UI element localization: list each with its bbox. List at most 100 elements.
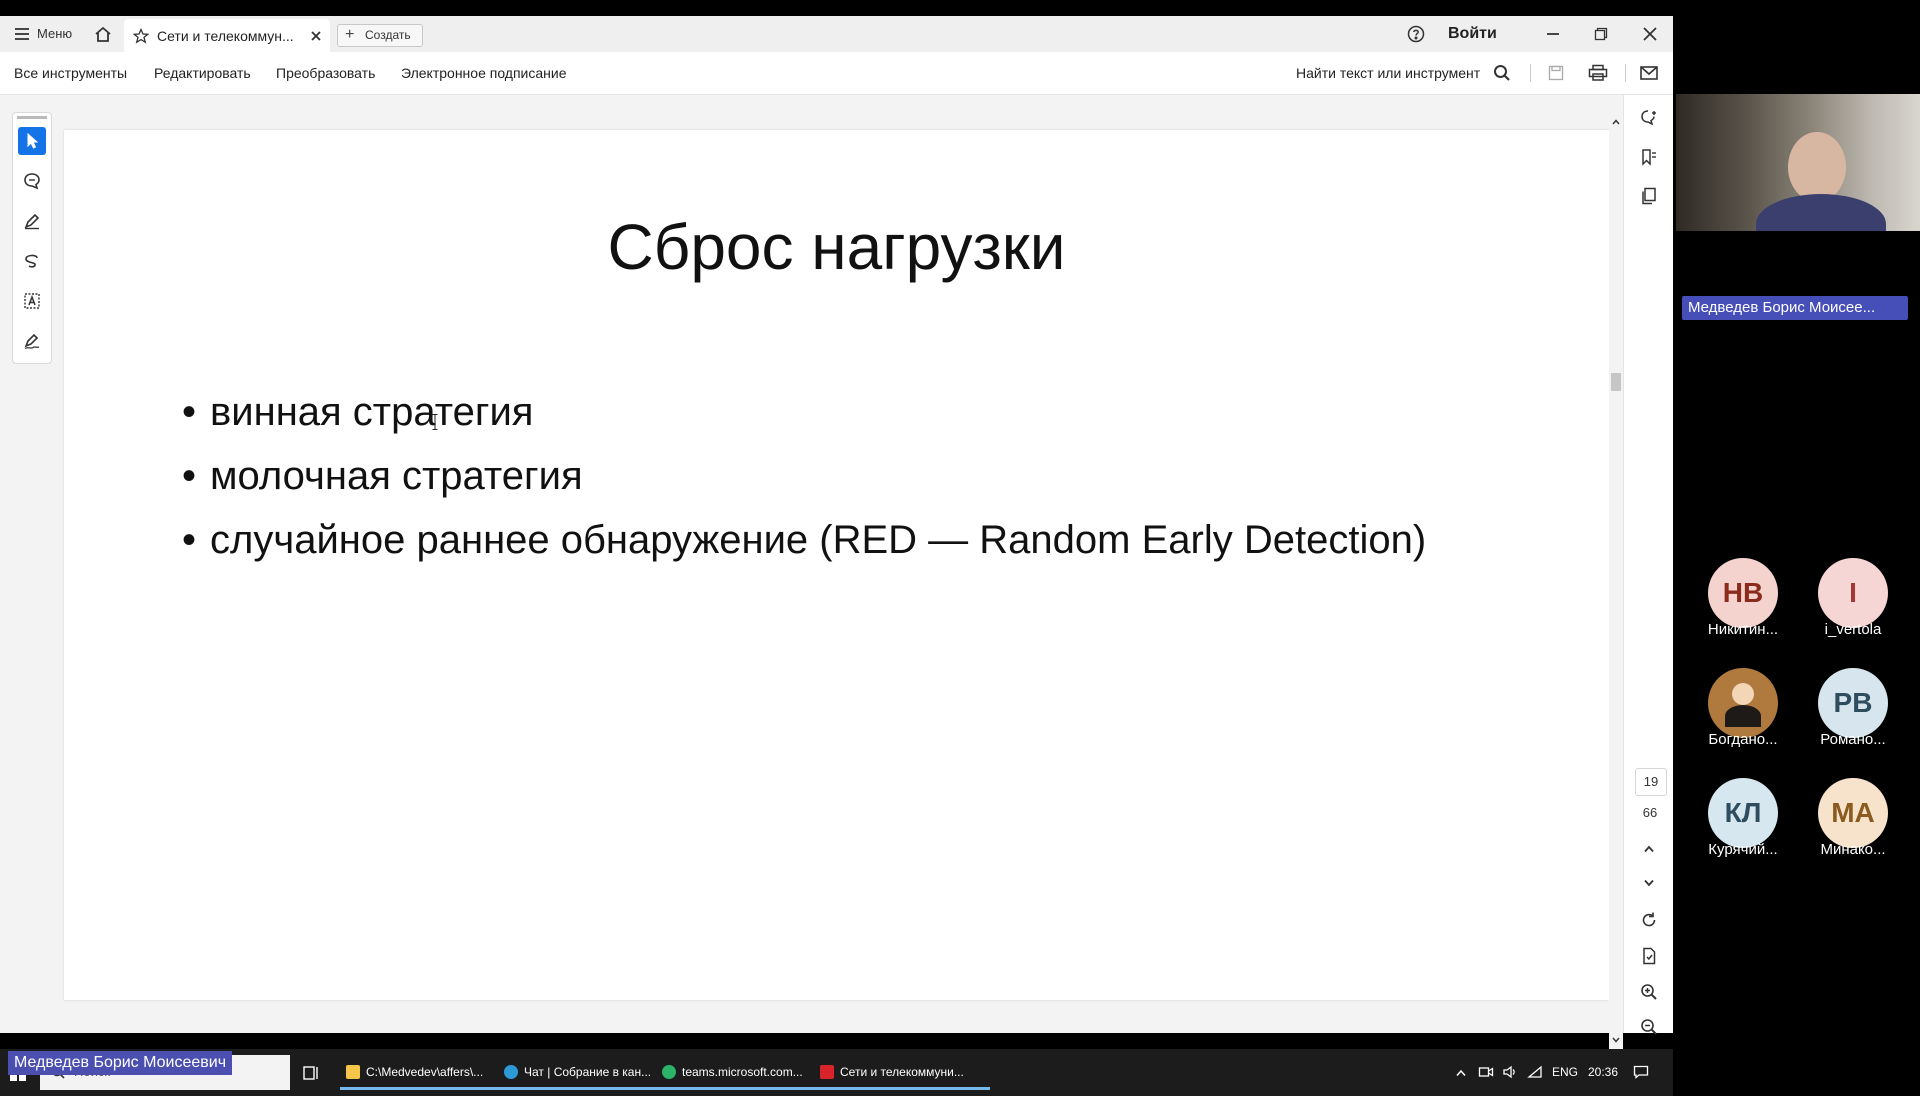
create-button[interactable]: + Создать xyxy=(337,24,423,47)
email-icon[interactable] xyxy=(1638,63,1660,83)
document-properties-icon[interactable] xyxy=(1638,945,1660,967)
participant-name: i_vertola xyxy=(1824,621,1882,638)
previous-page-icon[interactable] xyxy=(1639,841,1659,857)
home-icon[interactable] xyxy=(92,24,114,44)
teams-participants-panel: Медведев Борис Моисее... НВ Никитин... I… xyxy=(1673,0,1920,1080)
notifications-icon[interactable] xyxy=(1632,1063,1650,1081)
participant-name: Никитин... xyxy=(1707,621,1779,638)
menu-label[interactable]: Меню xyxy=(37,26,72,41)
edit-button[interactable]: Редактировать xyxy=(154,52,251,94)
taskbar-app-pdf-reader[interactable]: Сети и телекоммуни... xyxy=(814,1055,990,1090)
search-tools-input[interactable]: Найти текст или инструмент xyxy=(1296,52,1480,94)
restore-icon[interactable] xyxy=(1591,25,1611,43)
network-icon[interactable] xyxy=(1526,1063,1544,1081)
scroll-thumb[interactable] xyxy=(1611,373,1621,391)
language-indicator[interactable]: ENG xyxy=(1552,1065,1578,1079)
sign-tool-icon[interactable] xyxy=(18,327,46,355)
participant-name: Романо... xyxy=(1820,731,1886,748)
select-tool-icon[interactable] xyxy=(18,127,46,155)
rotate-icon[interactable] xyxy=(1638,909,1660,931)
taskbar-app-label: teams.microsoft.com... xyxy=(682,1065,803,1079)
convert-button[interactable]: Преобразовать xyxy=(276,52,375,94)
meet-now-icon[interactable] xyxy=(1477,1063,1495,1081)
edge-browser-icon xyxy=(504,1065,518,1079)
pdf-page: Сброс нагрузки винная стратегия молочная… xyxy=(64,130,1609,1000)
comment-tool-icon[interactable] xyxy=(18,167,46,195)
help-icon[interactable] xyxy=(1406,24,1426,44)
participant-photo-icon xyxy=(1725,705,1761,727)
folder-icon xyxy=(346,1065,360,1079)
zoom-out-icon[interactable] xyxy=(1638,1016,1660,1038)
draw-freehand-icon[interactable] xyxy=(18,247,46,275)
presenter-video[interactable] xyxy=(1676,94,1920,231)
participant-avatar[interactable]: РВ xyxy=(1818,668,1888,738)
taskbar-app-label: Чат | Собрание в кан... xyxy=(524,1065,652,1079)
participant-avatar[interactable]: КЛ xyxy=(1708,778,1778,848)
minimize-icon[interactable] xyxy=(1543,25,1563,43)
bookmarks-icon[interactable] xyxy=(1638,146,1660,168)
participant-photo-icon xyxy=(1732,683,1754,705)
panel-grip xyxy=(17,116,47,119)
highlight-pen-icon[interactable] xyxy=(18,207,46,235)
print-icon[interactable] xyxy=(1587,63,1609,83)
search-icon[interactable] xyxy=(1492,63,1512,83)
participant-name: Курячий... xyxy=(1708,841,1778,858)
taskbar-app-teams-chat[interactable]: Чат | Собрание в кан... xyxy=(498,1055,674,1090)
create-button-label: Создать xyxy=(365,28,411,42)
volume-icon[interactable] xyxy=(1501,1063,1519,1081)
document-tab-title: Сети и телекоммун... xyxy=(157,28,294,44)
clock-time[interactable]: 20:36 xyxy=(1588,1065,1618,1079)
taskbar-app-label: C:\Medvedev\affers\... xyxy=(366,1065,484,1079)
all-tools-button[interactable]: Все инструменты xyxy=(14,52,127,94)
bullet-item: винная стратегия xyxy=(182,380,1426,444)
participant-avatar[interactable]: I xyxy=(1818,558,1888,628)
task-view-icon[interactable] xyxy=(300,1062,322,1084)
comments-panel-icon[interactable] xyxy=(1638,107,1660,129)
page-number-input[interactable]: 19 xyxy=(1635,768,1667,796)
pdf-app-icon xyxy=(820,1065,834,1079)
document-tab[interactable]: Сети и телекоммун... xyxy=(124,19,330,52)
star-icon[interactable] xyxy=(132,27,150,45)
vertical-scrollbar[interactable] xyxy=(1609,116,1623,1050)
save-icon[interactable] xyxy=(1546,63,1566,83)
hamburger-menu-icon[interactable] xyxy=(13,25,31,43)
scroll-down-icon[interactable] xyxy=(1610,1034,1622,1046)
participant-avatar[interactable]: МА xyxy=(1818,778,1888,848)
title-bar: Меню Сети и телекоммун... + Создать Войт… xyxy=(0,16,1673,52)
edge-browser-icon xyxy=(662,1065,676,1079)
presenter-face xyxy=(1788,132,1846,202)
presenter-name-label: Медведев Борис Моисеевич xyxy=(8,1051,233,1075)
plus-icon: + xyxy=(345,26,355,43)
page-total: 66 xyxy=(1642,805,1658,820)
quick-tools-panel xyxy=(12,112,52,364)
slide-title: Сброс нагрузки xyxy=(607,211,1066,283)
toolbar-divider xyxy=(1625,64,1626,82)
slide-bullet-list: винная стратегия молочная стратегия случ… xyxy=(182,380,1426,572)
taskbar-app-explorer[interactable]: C:\Medvedev\affers\... xyxy=(340,1055,516,1090)
bullet-item: случайное раннее обнаружение (RED — Rand… xyxy=(182,508,1426,572)
close-window-icon[interactable] xyxy=(1640,25,1660,43)
text-box-icon[interactable] xyxy=(18,287,46,315)
participant-name: Богдано... xyxy=(1708,731,1778,748)
taskbar-app-teams-web[interactable]: teams.microsoft.com... xyxy=(656,1055,832,1090)
bullet-item: молочная стратегия xyxy=(182,444,1426,508)
participant-avatar[interactable]: НВ xyxy=(1708,558,1778,628)
scroll-up-icon[interactable] xyxy=(1610,116,1622,128)
taskbar-app-label: Сети и телекоммуни... xyxy=(840,1065,964,1079)
close-tab-icon[interactable] xyxy=(308,28,324,44)
esign-button[interactable]: Электронное подписание xyxy=(401,52,567,94)
toolbar-divider xyxy=(1530,64,1531,82)
presenter-shoulders xyxy=(1756,194,1886,231)
participant-name: Минако... xyxy=(1820,841,1886,858)
windows-taskbar: Поиск C:\Medvedev\affers\... Чат | Собра… xyxy=(0,1049,1673,1096)
next-page-icon[interactable] xyxy=(1639,875,1659,891)
login-button[interactable]: Войти xyxy=(1448,25,1497,43)
presenter-badge: Медведев Борис Моисее... xyxy=(1682,296,1908,320)
text-cursor-icon xyxy=(432,414,438,430)
show-hidden-icons-icon[interactable] xyxy=(1453,1065,1469,1081)
main-toolbar: Все инструменты Редактировать Преобразов… xyxy=(0,52,1673,95)
pdf-reader-window: Меню Сети и телекоммун... + Создать Войт… xyxy=(0,16,1674,1096)
pages-panel-icon[interactable] xyxy=(1638,185,1660,207)
right-side-panel: 19 66 xyxy=(1623,95,1674,1035)
zoom-in-icon[interactable] xyxy=(1638,981,1660,1003)
